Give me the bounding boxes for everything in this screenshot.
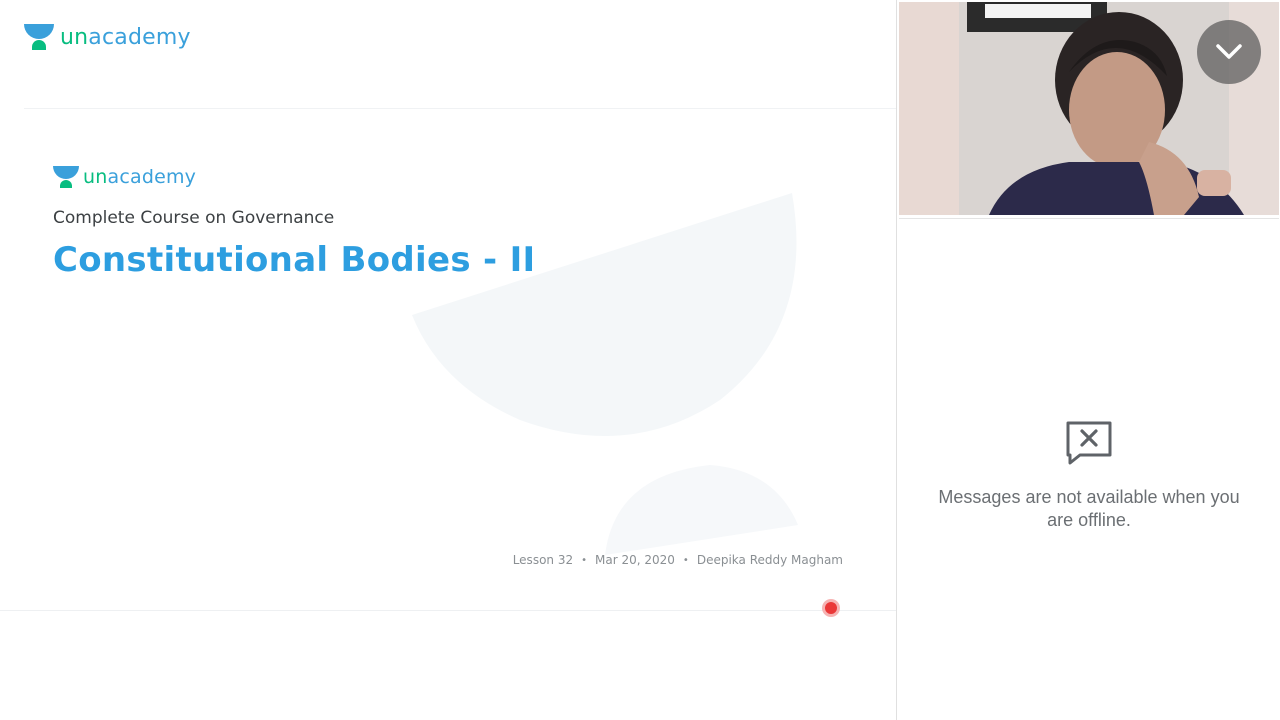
slide-logo-text: unacademy — [83, 166, 197, 188]
offline-state: Messages are not available when you are … — [899, 419, 1279, 532]
header-divider — [24, 108, 896, 109]
chat-panel: Messages are not available when you are … — [899, 218, 1279, 718]
lesson-title: Constitutional Bodies - II — [53, 240, 536, 280]
side-panel: Messages are not available when you are … — [896, 0, 1280, 720]
slide-pane: unacademy unacademy Complete Course on G… — [0, 0, 896, 720]
lesson-number: Lesson 32 — [512, 553, 574, 567]
footer-divider — [0, 610, 896, 611]
slide-unacademy-logo: unacademy — [53, 166, 196, 188]
lesson-meta: Lesson 32 • Mar 20, 2020 • Deepika Reddy… — [513, 553, 843, 567]
collapse-video-button[interactable] — [1197, 20, 1261, 84]
message-unavailable-icon — [1066, 421, 1112, 465]
course-subtitle: Complete Course on Governance — [53, 208, 335, 228]
educator-video — [899, 2, 1279, 215]
separator-dot: • — [581, 554, 588, 566]
offline-message: Messages are not available when you are … — [938, 487, 1240, 530]
slide-decoration-shape — [412, 193, 797, 436]
slide-decoration-shape-small — [605, 465, 798, 555]
record-dot-icon — [822, 599, 840, 617]
chevron-down-icon — [1216, 44, 1242, 59]
separator-dot: • — [682, 554, 689, 566]
logo-text: unacademy — [60, 24, 191, 50]
educator-name: Deepika Reddy Magham — [696, 553, 843, 567]
unacademy-logo[interactable]: unacademy — [24, 24, 191, 50]
unacademy-logo-icon — [53, 166, 79, 188]
lesson-date: Mar 20, 2020 — [595, 553, 675, 567]
unacademy-logo-icon — [24, 24, 54, 50]
